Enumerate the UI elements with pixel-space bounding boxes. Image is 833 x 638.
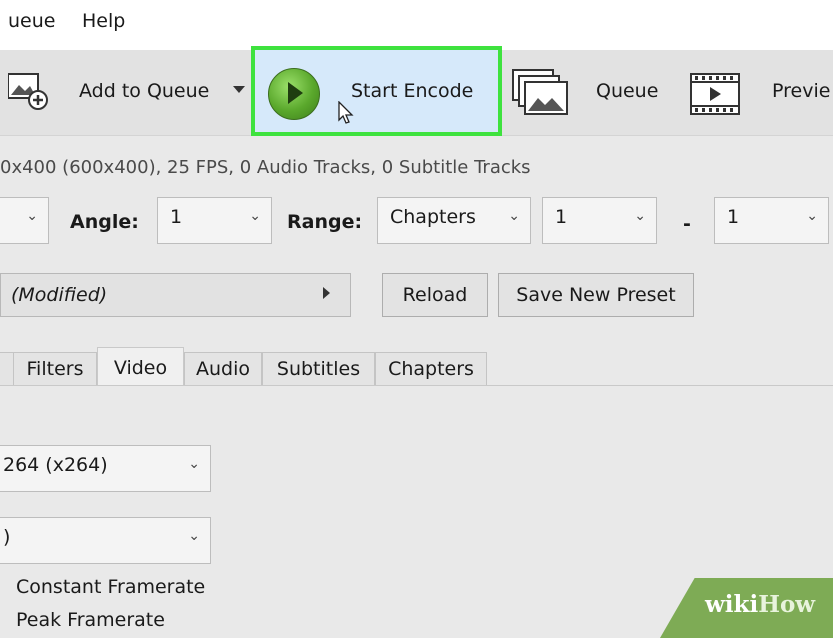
angle-dropdown[interactable]: 1 ⌄	[157, 197, 272, 244]
menu-help[interactable]: Help	[82, 10, 125, 32]
tab-chapters[interactable]: Chapters	[375, 352, 487, 385]
range-start-value: 1	[555, 206, 568, 228]
source-info: 0x400 (600x400), 25 FPS, 0 Audio Tracks,…	[0, 157, 531, 178]
add-to-queue-dropdown-icon[interactable]	[233, 86, 245, 93]
tab-hidden[interactable]	[0, 352, 14, 385]
tab-subtitles[interactable]: Subtitles	[262, 352, 375, 385]
chevron-down-icon: ⌄	[634, 208, 646, 224]
chevron-down-icon: ⌄	[806, 208, 818, 224]
video-encoder-value: 264 (x264)	[3, 454, 108, 476]
range-type-value: Chapters	[390, 206, 476, 228]
tab-video[interactable]: Video	[97, 347, 184, 386]
angle-label: Angle:	[70, 211, 139, 233]
range-type-dropdown[interactable]: Chapters ⌄	[377, 197, 531, 244]
range-start-dropdown[interactable]: 1 ⌄	[542, 197, 657, 244]
queue-button[interactable]: Queue	[596, 80, 658, 102]
wikihow-logo-how: How	[758, 591, 816, 618]
preset-name: (Modified)	[11, 284, 108, 306]
chevron-down-icon: ⌄	[26, 208, 38, 224]
reload-button[interactable]: Reload	[382, 273, 488, 317]
range-end-dropdown[interactable]: 1 ⌄	[714, 197, 829, 244]
angle-value: 1	[170, 206, 183, 228]
chevron-right-icon	[323, 287, 330, 299]
preview-icon[interactable]	[689, 72, 741, 116]
range-label: Range:	[287, 211, 363, 233]
mouse-cursor-icon	[338, 100, 354, 129]
framerate-value: )	[3, 526, 11, 548]
peak-framerate-option[interactable]: Peak Framerate	[16, 609, 165, 631]
play-triangle-icon	[288, 82, 303, 104]
chevron-down-icon: ⌄	[188, 528, 200, 544]
preview-button[interactable]: Previe	[772, 80, 830, 102]
tab-filters[interactable]: Filters	[13, 352, 97, 385]
title-dropdown[interactable]: ⌄	[0, 197, 49, 244]
wikihow-logo: wikiHow	[705, 591, 815, 618]
menu-queue[interactable]: ueue	[8, 10, 55, 32]
chevron-down-icon: ⌄	[249, 208, 261, 224]
tab-divider	[0, 385, 833, 386]
wikihow-logo-wiki: wiki	[705, 591, 759, 618]
constant-framerate-option[interactable]: Constant Framerate	[16, 576, 205, 598]
preset-selector[interactable]: (Modified)	[0, 273, 351, 317]
range-end-value: 1	[727, 206, 740, 228]
queue-icon[interactable]	[511, 68, 569, 118]
add-to-queue-icon[interactable]	[7, 72, 50, 112]
add-to-queue-button[interactable]: Add to Queue	[79, 80, 209, 102]
chevron-down-icon: ⌄	[508, 208, 520, 224]
chevron-down-icon: ⌄	[188, 456, 200, 472]
video-encoder-dropdown[interactable]: 264 (x264) ⌄	[0, 445, 211, 492]
framerate-dropdown[interactable]: ) ⌄	[0, 517, 211, 564]
tab-audio[interactable]: Audio	[184, 352, 262, 385]
save-new-preset-button[interactable]: Save New Preset	[498, 273, 694, 317]
range-separator: -	[683, 213, 691, 235]
start-encode-label[interactable]: Start Encode	[351, 80, 473, 102]
